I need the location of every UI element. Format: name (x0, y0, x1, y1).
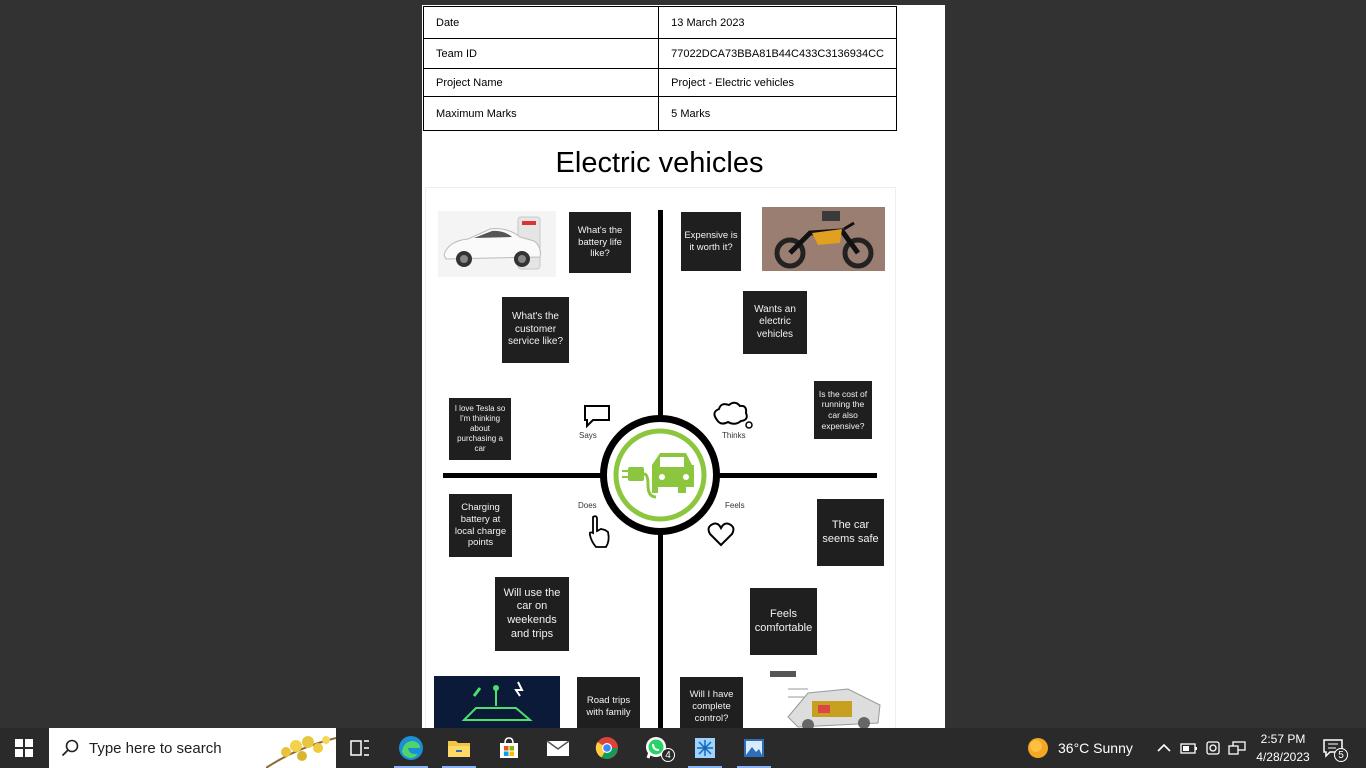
whatsapp-badge: 4 (661, 748, 675, 762)
note-charging: Charging battery at local charge points (449, 494, 512, 557)
feels-label: Feels (725, 501, 745, 510)
info-label: Date (422, 6, 660, 39)
clock-time: 2:57 PM (1260, 732, 1306, 746)
search-placeholder: Type here to search (89, 739, 222, 757)
charging-car-icon (461, 681, 533, 721)
heart-icon (707, 522, 735, 547)
edge-app-button[interactable] (388, 728, 434, 768)
search-icon (61, 739, 79, 757)
store-bag-icon (500, 737, 518, 758)
says-label: Says (579, 431, 597, 440)
info-value: 13 March 2023 (658, 6, 897, 39)
pointing-hand-icon (588, 515, 610, 548)
start-button[interactable] (0, 728, 48, 768)
photo-app-icon (744, 739, 764, 757)
ev-battery-diagram (768, 671, 888, 728)
thinks-label: Thinks (722, 431, 746, 440)
note-weekends: Will use the car on weekends and trips (495, 577, 569, 651)
task-view-icon (350, 740, 369, 756)
note-comfortable: Feels comfortable (750, 588, 817, 655)
battery-diagram-icon (770, 671, 881, 728)
chrome-app-button[interactable] (584, 728, 630, 768)
microsoft-store-button[interactable] (486, 728, 532, 768)
show-hidden-icons[interactable] (1156, 728, 1172, 768)
info-label: Maximum Marks (422, 96, 660, 131)
battery-icon (1180, 743, 1197, 754)
does-label: Does (578, 501, 597, 510)
page-title: Electric vehicles (555, 147, 764, 179)
note-wants-ev: Wants an electric vehicles (743, 291, 807, 354)
windows-logo-icon (15, 739, 33, 757)
taskbar-search-box[interactable]: Type here to search (49, 728, 336, 768)
network-icon (1228, 741, 1246, 755)
search-highlight-flowers-icon (266, 736, 336, 768)
weather-text: 36°C Sunny (1058, 740, 1133, 756)
windows-taskbar: Type here to search 4 36°C Sunny 2:57 PM… (0, 728, 1366, 768)
note-love-tesla: I love Tesla so I'm thinking about purch… (449, 398, 511, 460)
sun-weather-icon (1028, 738, 1048, 758)
info-value: 77022DCA73BBA81B44C433C3136934CC (658, 38, 897, 69)
notification-count-badge: 5 (1334, 748, 1348, 762)
snipping-tool-button[interactable] (682, 728, 728, 768)
thought-cloud-icon (713, 401, 753, 429)
image-viewer-button[interactable] (731, 728, 777, 768)
speech-bubble-icon (584, 405, 610, 428)
clock-date: 4/28/2023 (1256, 750, 1310, 764)
edge-icon (399, 736, 423, 760)
white-ev-photo (438, 211, 556, 277)
note-seems-safe: The car seems safe (817, 499, 884, 566)
meet-now-button[interactable] (1205, 728, 1221, 768)
note-customer-service: What's the customer service like? (502, 297, 569, 363)
camera-icon (1206, 741, 1220, 755)
snowflake-app-icon (695, 738, 715, 758)
folder-icon (448, 741, 470, 757)
info-value: 5 Marks (658, 96, 897, 131)
network-status[interactable] (1228, 728, 1246, 768)
info-label: Team ID (422, 38, 660, 69)
mail-app-button[interactable] (535, 728, 581, 768)
mail-icon (546, 740, 570, 756)
motorcycle-photo (762, 207, 885, 271)
document-page: Date 13 March 2023 Team ID 77022DCA73BBA81… (422, 5, 945, 728)
task-view-button[interactable] (337, 728, 383, 768)
ev-charging-logo (600, 415, 720, 535)
info-value: Project - Electric vehicles (658, 68, 897, 97)
ev-charging-graphic (434, 676, 560, 728)
whatsapp-app-button[interactable]: 4 (633, 728, 679, 768)
note-battery-life: What's the battery life like? (569, 212, 631, 273)
motorcycle-image-icon (762, 207, 885, 271)
system-clock[interactable]: 2:57 PM 4/28/2023 (1252, 730, 1314, 766)
project-info-table: Date 13 March 2023 Team ID 77022DCA73BBA81… (422, 6, 897, 131)
chevron-up-icon (1157, 743, 1171, 752)
note-running-cost: Is the cost of running the car also expe… (814, 381, 872, 439)
file-explorer-button[interactable] (436, 728, 482, 768)
car-image-icon (443, 216, 541, 270)
weather-widget[interactable]: 36°C Sunny (1026, 728, 1133, 768)
note-complete-control: Will I have complete control? (680, 677, 743, 728)
chrome-icon (595, 737, 618, 759)
info-label: Project Name (422, 68, 660, 97)
battery-status[interactable] (1180, 728, 1198, 768)
ev-plug-icon (613, 428, 707, 522)
note-expensive: Expensive is it worth it? (681, 212, 741, 271)
note-road-trips: Road trips with family (577, 677, 640, 728)
